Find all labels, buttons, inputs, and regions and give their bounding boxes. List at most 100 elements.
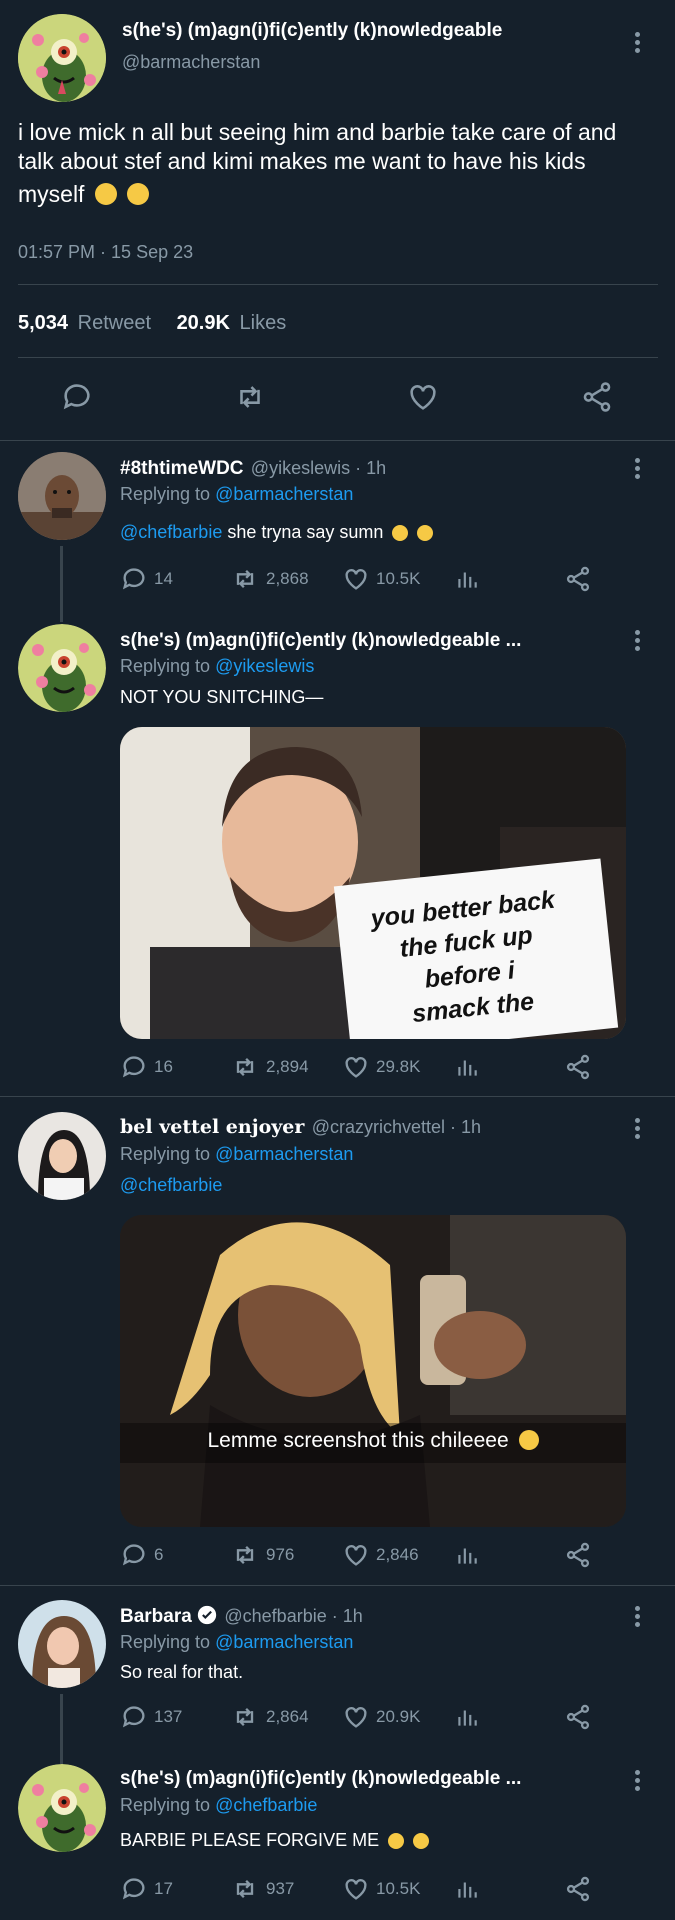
more-icon[interactable] [634,630,642,654]
avatar-main[interactable] [18,14,106,102]
share-button[interactable] [564,1050,592,1084]
face-emoji-icon [417,525,434,541]
reply-display-name[interactable]: Barbara @chefbarbie · 1h [120,1605,363,1628]
like-button[interactable]: 10.5K [342,1872,420,1906]
replying-to-link[interactable]: @barmacherstan [215,1144,353,1164]
main-tweet-text-line3: myself [18,181,85,207]
retweet-icon [236,1058,254,1076]
analytics-icon [458,1060,477,1076]
display-name-text[interactable]: bel vettel enjoyer [120,1116,304,1138]
retweet-button[interactable]: 937 [230,1872,294,1906]
replying-to: Replying to @barmacherstan [120,1632,353,1653]
analytics-button[interactable] [454,562,480,596]
avatar-yikeslewis[interactable] [18,452,106,540]
main-display-name[interactable]: s(he's) (m)agn(i)fi(c)ently (k)nowledgea… [122,20,502,42]
reply-text: NOT YOU SNITCHING— [120,687,324,707]
avatar-crazyrichvettel[interactable] [18,1112,106,1200]
like-button[interactable]: 20.9K [342,1700,420,1734]
like-icon [410,385,436,410]
reply-button[interactable]: 6 [120,1538,163,1572]
analytics-button[interactable] [454,1700,480,1734]
reply-image-meme[interactable]: you better back the fuck up before i sma… [120,727,626,1039]
retweet-icon [236,1880,254,1898]
replying-to-link[interactable]: @barmacherstan [215,484,353,504]
like-icon [345,1545,367,1566]
avatar-main-reply[interactable] [18,1764,106,1852]
more-icon[interactable] [634,32,642,56]
retweet-icon [240,386,260,408]
reply-icon [122,1706,145,1728]
retweet-button[interactable]: 2,894 [230,1050,309,1084]
action-bar: 17 937 10.5K [120,1872,600,1906]
reply-display-name[interactable]: s(he's) (m)agn(i)fi(c)ently (k)nowledgea… [120,1768,521,1790]
more-icon[interactable] [634,1118,642,1142]
retweet-button[interactable]: 976 [230,1538,294,1572]
main-retweet-button[interactable] [232,380,268,419]
replying-to-link[interactable]: @yikeslewis [215,656,314,676]
reply-display-name[interactable]: bel vettel enjoyer @crazyrichvettel · 1h [120,1116,481,1139]
retweets-label[interactable]: Retweet [78,312,151,334]
main-reply-button[interactable] [60,380,94,419]
retweet-button[interactable]: 2,864 [230,1700,309,1734]
mention-link[interactable]: @chefbarbie [120,522,222,542]
analytics-button[interactable] [454,1050,480,1084]
action-bar: 16 2,894 29.8K [120,1050,600,1084]
mention-link[interactable]: @chefbarbie [120,1175,222,1195]
display-name-text[interactable]: Barbara [120,1606,192,1627]
like-button[interactable]: 29.8K [342,1050,420,1084]
reply-button[interactable]: 14 [120,562,173,596]
retweet-icon [236,1546,254,1564]
likes-label[interactable]: Likes [240,312,287,334]
reply-icon [63,384,90,410]
analytics-button[interactable] [454,1872,480,1906]
more-icon[interactable] [634,458,642,482]
like-button[interactable]: 10.5K [342,562,420,596]
retweet-button[interactable]: 2,868 [230,562,309,596]
comment-count: 6 [154,1545,164,1564]
handle-text[interactable]: @chefbarbie · 1h [224,1606,362,1626]
reply-button[interactable]: 17 [120,1872,173,1906]
like-icon [345,1057,367,1078]
more-icon[interactable] [634,1606,642,1630]
thread-line [60,1694,63,1764]
reply-icon [122,1544,145,1566]
main-share-button[interactable] [580,380,614,419]
share-button[interactable] [564,1538,592,1572]
share-button[interactable] [564,1872,592,1906]
reply-image-gif[interactable]: Lemme screenshot this chileeee [120,1215,626,1527]
like-count: 20.9K [376,1707,421,1726]
reply-display-name[interactable]: s(he's) (m)agn(i)fi(c)ently (k)nowledgea… [120,630,521,652]
share-button[interactable] [564,562,592,596]
like-icon [345,1707,367,1728]
comment-count: 14 [154,569,173,588]
replying-to: Replying to @barmacherstan [120,1144,353,1165]
share-button[interactable] [564,1700,592,1734]
more-icon[interactable] [634,1770,642,1794]
retweet-icon [236,570,254,588]
display-name-text[interactable]: #8thtimeWDC [120,458,244,479]
main-tweet-time[interactable]: 01:57 PM · 15 Sep 23 [18,242,193,263]
like-button[interactable]: 2,846 [342,1538,419,1572]
analytics-button[interactable] [454,1538,480,1572]
replying-to-link[interactable]: @barmacherstan [215,1632,353,1652]
reply-button[interactable]: 137 [120,1700,182,1734]
reply-icon [122,568,145,590]
replying-to-link[interactable]: @chefbarbie [215,1795,317,1815]
main-like-button[interactable] [406,380,440,419]
replying-prefix: Replying to [120,1795,211,1815]
handle-text[interactable]: @crazyrichvettel · 1h [312,1117,481,1137]
retweet-count: 976 [266,1545,295,1564]
main-handle[interactable]: @barmacherstan [122,52,260,73]
likes-count[interactable]: 20.9K [177,312,230,334]
replying-prefix: Replying to [120,1632,211,1652]
retweets-count[interactable]: 5,034 [18,312,68,334]
like-icon [345,1879,367,1900]
like-icon [345,569,367,590]
share-icon [566,566,590,592]
reply-text: @chefbarbie [120,1175,222,1196]
avatar-chefbarbie[interactable] [18,1600,106,1688]
reply-display-name[interactable]: #8thtimeWDC @yikeslewis · 1h [120,458,386,480]
avatar-main-reply[interactable] [18,624,106,712]
reply-button[interactable]: 16 [120,1050,173,1084]
handle-text[interactable]: @yikeslewis · 1h [251,458,386,478]
